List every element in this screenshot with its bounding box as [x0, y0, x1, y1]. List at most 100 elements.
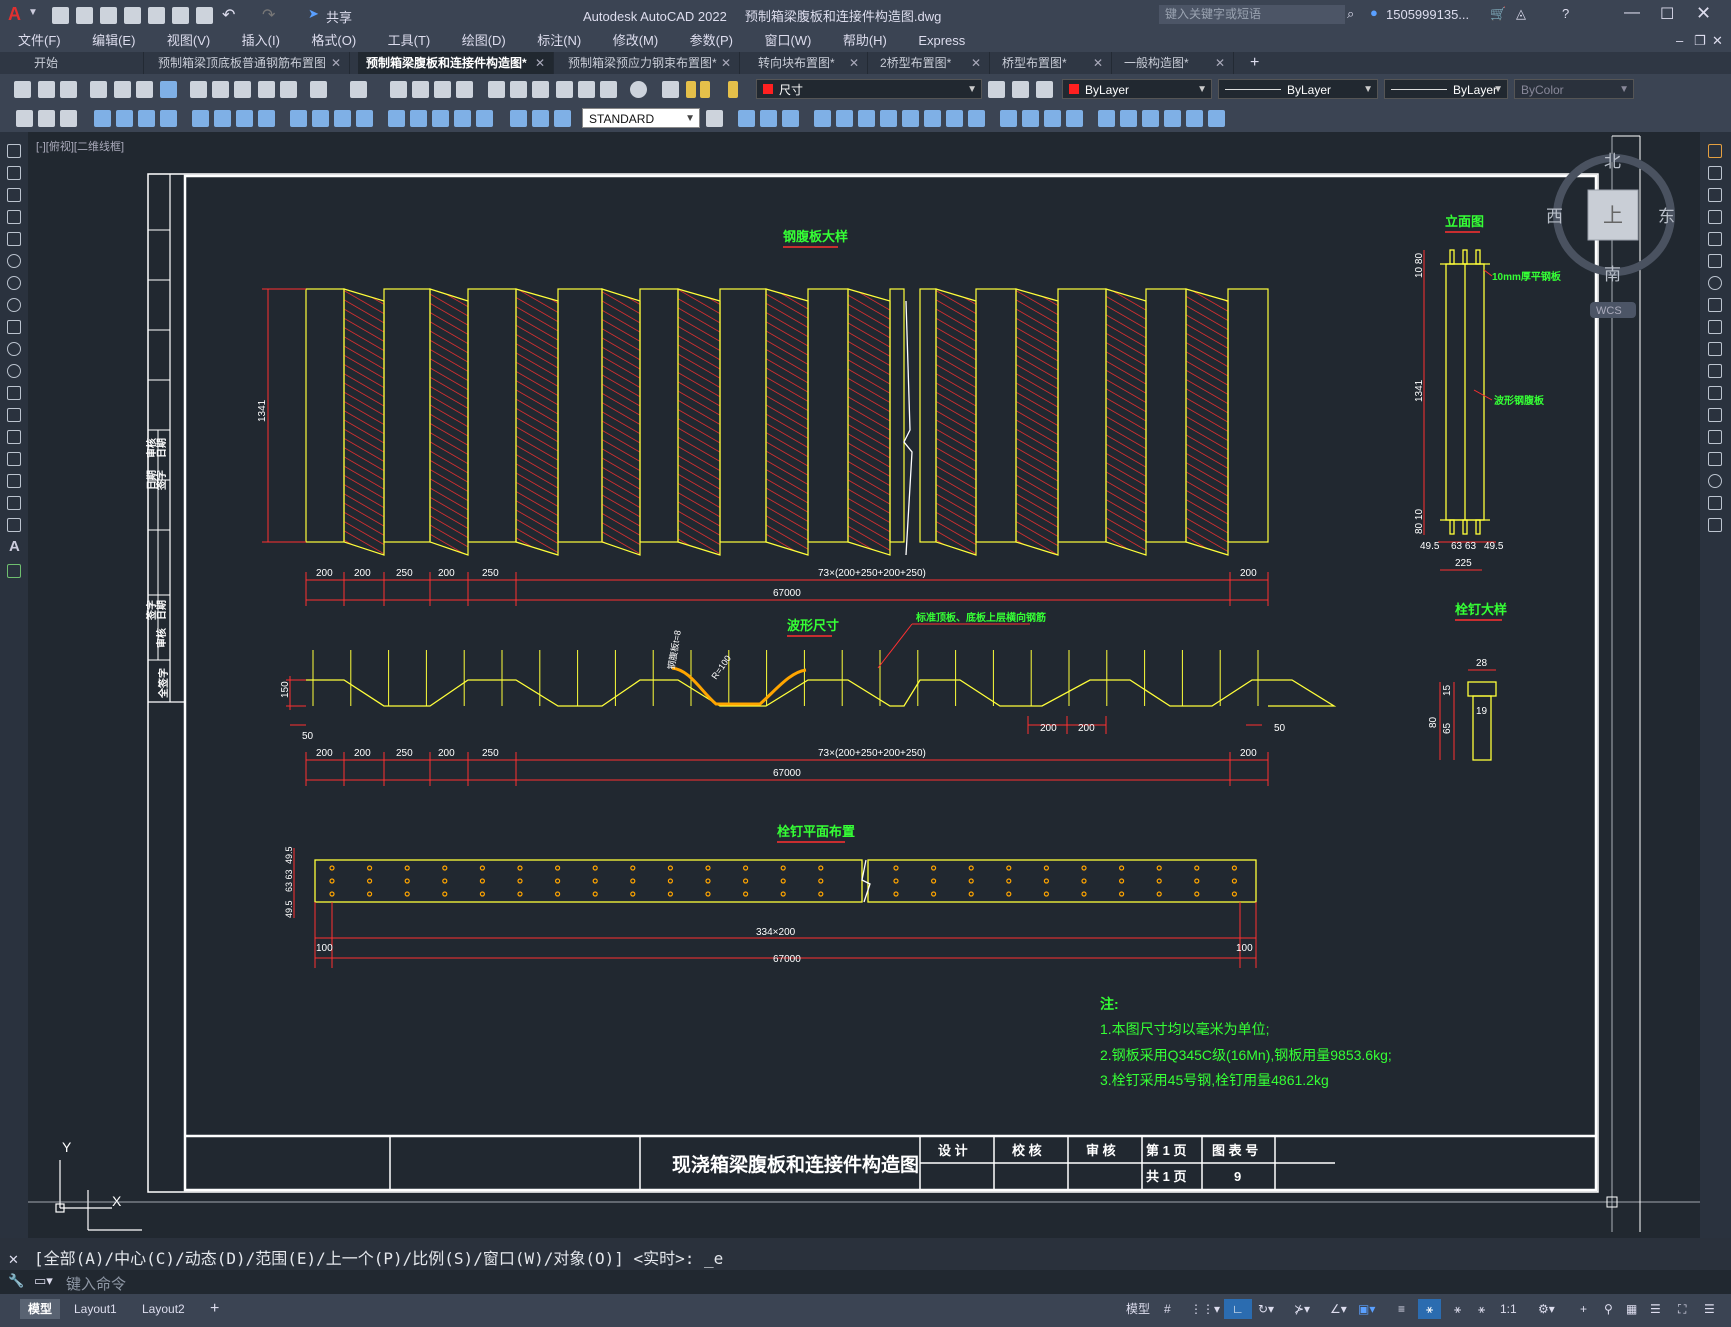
solid-box-icon[interactable] — [738, 110, 755, 127]
tab-close-icon[interactable]: ✕ — [535, 52, 545, 74]
menu-file[interactable]: 文件(F) — [18, 33, 61, 48]
redo-icon[interactable]: ↷ — [262, 5, 275, 25]
zoom-realtime-icon[interactable] — [412, 81, 429, 98]
spline-icon[interactable] — [7, 320, 21, 334]
dim-reassociate-icon[interactable] — [554, 110, 571, 127]
tab-model[interactable]: 模型 — [20, 1299, 61, 1319]
mtext-icon[interactable]: A — [9, 538, 20, 555]
annotation-icon[interactable]: ⚹ — [1418, 1299, 1442, 1319]
fullscreen-icon[interactable]: ⛶ — [1670, 1299, 1694, 1319]
paste-icon[interactable] — [234, 81, 251, 98]
hatch-icon[interactable] — [7, 452, 21, 466]
lineweight-icon[interactable]: ≡ — [1390, 1299, 1413, 1319]
ellipse-arc-icon[interactable] — [7, 364, 21, 378]
zoom-window-icon[interactable] — [434, 81, 451, 98]
dim-diameter-icon[interactable] — [160, 110, 177, 127]
lineweight-dropdown[interactable]: ByLayer ▼ — [1384, 79, 1508, 99]
chamfer-icon[interactable] — [1708, 452, 1722, 466]
region-icon[interactable] — [7, 496, 21, 510]
dim-linear-icon[interactable] — [16, 110, 33, 127]
plotstyle-dropdown[interactable]: ByColor ▼ — [1514, 79, 1634, 99]
tab-close-icon[interactable]: ✕ — [331, 52, 341, 74]
close-icon[interactable]: ✕ — [1696, 3, 1711, 24]
dim-edit-icon[interactable] — [432, 110, 449, 127]
ucs-object-icon[interactable] — [1186, 110, 1203, 127]
share-icon[interactable]: ➤ — [308, 6, 319, 22]
inspection-icon[interactable] — [388, 110, 405, 127]
search-input[interactable]: 键入关键字或短语 — [1159, 5, 1345, 24]
join-icon[interactable] — [1708, 430, 1722, 444]
circle-icon[interactable] — [7, 276, 21, 290]
menu-draw[interactable]: 绘图(D) — [462, 33, 506, 48]
tab-close-icon[interactable]: ✕ — [971, 52, 981, 74]
stretch-icon[interactable] — [1708, 320, 1722, 334]
drawing-canvas[interactable]: 日期 审核 签字 日期 日期 签字 审核 全签字 1341200 200 250 20… — [28, 132, 1700, 1238]
menu-express[interactable]: Express — [918, 33, 965, 48]
layer-previous-icon[interactable] — [1012, 81, 1029, 98]
ellipse-icon[interactable] — [7, 342, 21, 356]
jogged-linear-icon[interactable] — [410, 110, 427, 127]
scale-icon[interactable] — [1708, 298, 1722, 312]
polygon-icon[interactable] — [7, 210, 21, 224]
copy-icon[interactable] — [212, 81, 229, 98]
tab-document[interactable]: 预制箱梁顶底板普通钢筋布置图 ✕ — [150, 52, 350, 74]
ucs-view-icon[interactable] — [1208, 110, 1225, 127]
doc-close-icon[interactable]: ✕ — [1712, 30, 1723, 52]
properties-icon[interactable] — [488, 81, 505, 98]
markup-icon[interactable] — [578, 81, 595, 98]
dim-text-edit-icon[interactable] — [454, 110, 471, 127]
undo-icon[interactable] — [310, 81, 327, 98]
tab-document[interactable]: 桥型布置图* ✕ — [994, 52, 1112, 74]
gradient-icon[interactable] — [7, 474, 21, 488]
offset-icon[interactable] — [1708, 210, 1722, 224]
open-web-icon[interactable] — [148, 7, 165, 24]
menu-view[interactable]: 视图(V) — [167, 33, 210, 48]
autocad-logo-icon[interactable]: A — [8, 4, 21, 25]
share-button[interactable]: 共享 — [326, 7, 352, 26]
plot-icon[interactable] — [196, 7, 213, 24]
web-icon[interactable] — [160, 81, 177, 98]
help-icon[interactable]: ? — [1562, 6, 1569, 21]
dim-baseline-icon[interactable] — [236, 110, 253, 127]
new-tab-icon[interactable]: + — [1250, 54, 1259, 72]
fillet-icon[interactable] — [1708, 474, 1722, 488]
model-space-button[interactable]: 模型 — [1118, 1299, 1158, 1319]
tab-start[interactable]: 开始 — [26, 52, 144, 74]
new-icon[interactable] — [52, 7, 69, 24]
add-icon[interactable]: + — [1572, 1299, 1595, 1319]
dim-arc-icon[interactable] — [60, 110, 77, 127]
workspace-gear-icon[interactable]: ⚙▾ — [1530, 1299, 1563, 1319]
viewcube-east[interactable]: 东 — [1658, 207, 1675, 226]
tab-close-icon[interactable]: ✕ — [1093, 52, 1103, 74]
viewcube-top[interactable]: 上 — [1603, 204, 1623, 227]
solid-union-icon[interactable] — [760, 110, 777, 127]
break-icon[interactable] — [1708, 408, 1722, 422]
dim-radius-icon[interactable] — [116, 110, 133, 127]
viewcube-west[interactable]: 西 — [1546, 207, 1563, 226]
tab-document[interactable]: 预制箱梁预应力钢束布置图* ✕ — [560, 52, 740, 74]
center-mark-icon[interactable] — [356, 110, 373, 127]
save-icon[interactable] — [100, 7, 117, 24]
viewcube-south[interactable]: 南 — [1604, 265, 1621, 284]
tab-document[interactable]: 2桥型布置图* ✕ — [872, 52, 990, 74]
visual-style-icon[interactable] — [946, 110, 963, 127]
customize-icon[interactable]: 🔧 — [8, 1273, 24, 1289]
erase-icon[interactable] — [1708, 144, 1722, 158]
layer-properties-icon[interactable] — [662, 81, 679, 98]
array-icon[interactable] — [1708, 232, 1722, 246]
command-close-icon[interactable]: ✕ — [8, 1252, 19, 1268]
recent-commands-icon[interactable]: ▭▾ — [34, 1273, 53, 1289]
customization-icon[interactable]: ☰ — [1696, 1299, 1723, 1319]
menu-tools[interactable]: 工具(T) — [388, 33, 431, 48]
open-icon[interactable] — [38, 81, 55, 98]
annotation-scale[interactable]: 1:1 — [1492, 1299, 1525, 1319]
ucs-face-icon[interactable] — [1164, 110, 1181, 127]
copy-object-icon[interactable] — [1708, 166, 1722, 180]
user-icon[interactable]: ● — [1370, 5, 1378, 20]
make-block-icon[interactable] — [7, 408, 21, 422]
explode-icon[interactable] — [1708, 518, 1722, 532]
publish-icon[interactable] — [136, 81, 153, 98]
app-menu-chevron-icon[interactable]: ▼ — [28, 7, 38, 18]
doc-restore-icon[interactable]: ❐ — [1694, 30, 1706, 52]
break-point-icon[interactable] — [1708, 386, 1722, 400]
